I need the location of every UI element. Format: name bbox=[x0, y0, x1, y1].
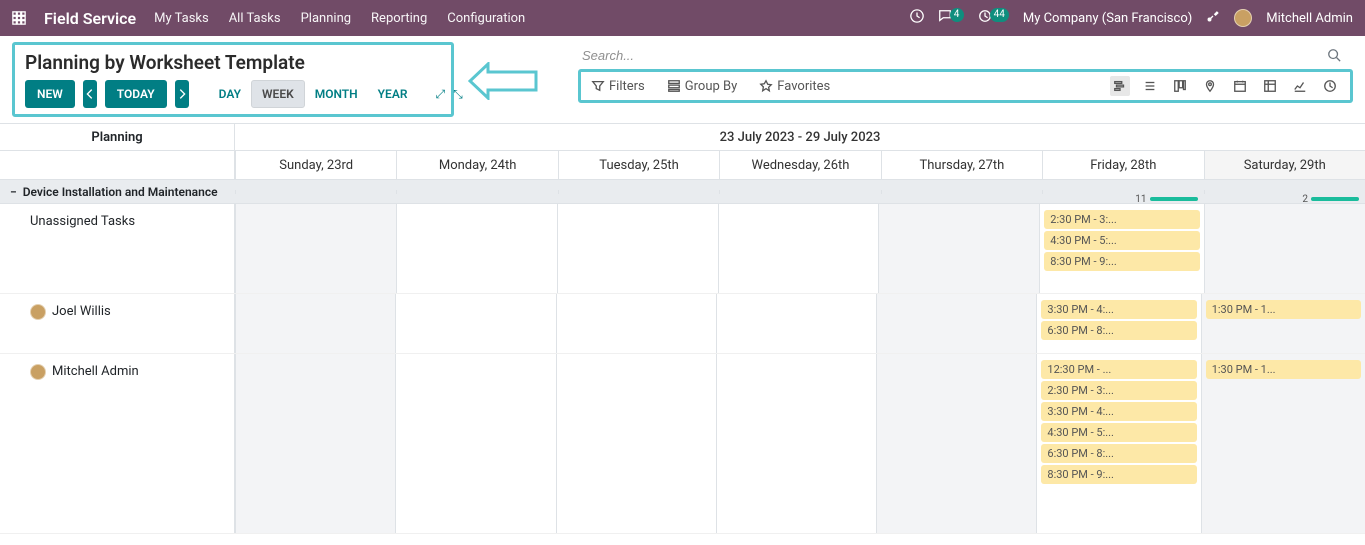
discuss-icon[interactable]: 4 bbox=[938, 9, 964, 28]
view-calendar-icon[interactable] bbox=[1230, 76, 1250, 96]
page-title: Planning by Worksheet Template bbox=[25, 51, 441, 74]
top-nav: Field Service My Tasks All Tasks Plannin… bbox=[0, 0, 1365, 36]
scale-month[interactable]: MONTH bbox=[305, 80, 368, 108]
gantt-task[interactable]: 8:30 PM - 9:... bbox=[1041, 465, 1196, 484]
gantt-task[interactable]: 4:30 PM - 5:... bbox=[1044, 231, 1200, 250]
gantt-view: Planning 23 July 2023 - 29 July 2023 Sun… bbox=[0, 123, 1365, 534]
gantt-row: Mitchell Admin 12:30 PM - ... 2:30 PM - … bbox=[0, 354, 1365, 534]
next-button[interactable] bbox=[175, 80, 189, 108]
gantt-group-row[interactable]: −Device Installation and Maintenance 11 … bbox=[0, 180, 1365, 204]
gantt-task[interactable]: 1:30 PM - 1... bbox=[1206, 300, 1361, 319]
nav-right: 4 44 My Company (San Francisco) Mitchell… bbox=[910, 9, 1353, 28]
gantt-task[interactable]: 3:30 PM - 4:... bbox=[1041, 402, 1196, 421]
view-activity-icon[interactable] bbox=[1320, 76, 1340, 96]
activities-icon[interactable]: 44 bbox=[978, 9, 1009, 28]
tools-icon[interactable] bbox=[1206, 9, 1220, 27]
gantt-task[interactable]: 6:30 PM - 8:... bbox=[1041, 444, 1196, 463]
filters-button[interactable]: Filters bbox=[591, 79, 645, 94]
gantt-task[interactable]: 2:30 PM - 3:... bbox=[1041, 381, 1196, 400]
day-header[interactable]: Wednesday, 26th bbox=[719, 151, 880, 179]
gantt-side-title: Planning bbox=[0, 124, 235, 150]
new-button[interactable]: NEW bbox=[25, 80, 75, 108]
user-avatar-icon bbox=[1234, 9, 1252, 27]
day-header[interactable]: Thursday, 27th bbox=[881, 151, 1042, 179]
avatar-icon bbox=[30, 304, 46, 320]
gantt-range-label: 23 July 2023 - 29 July 2023 bbox=[235, 124, 1365, 150]
view-list-icon[interactable] bbox=[1140, 76, 1160, 96]
control-panel: Planning by Worksheet Template NEW TODAY… bbox=[0, 36, 1365, 119]
today-button[interactable]: TODAY bbox=[105, 80, 167, 108]
expand-rows-icon[interactable]: ⤢ bbox=[435, 87, 445, 102]
gantt-task[interactable]: 6:30 PM - 8:... bbox=[1041, 321, 1196, 340]
row-label: Mitchell Admin bbox=[52, 364, 139, 379]
view-graph-icon[interactable] bbox=[1290, 76, 1310, 96]
scale-year[interactable]: YEAR bbox=[368, 80, 418, 108]
view-switcher bbox=[1110, 76, 1340, 96]
group-sat-count: 2 bbox=[1302, 194, 1359, 205]
day-header[interactable]: Friday, 28th bbox=[1042, 151, 1203, 179]
group-fri-count: 11 bbox=[1135, 194, 1197, 205]
app-brand[interactable]: Field Service bbox=[44, 9, 136, 28]
menu-configuration[interactable]: Configuration bbox=[447, 11, 525, 26]
group-name: Device Installation and Maintenance bbox=[23, 185, 218, 199]
day-header[interactable]: Saturday, 29th bbox=[1204, 151, 1365, 179]
gantt-task[interactable]: 3:30 PM - 4:... bbox=[1041, 300, 1196, 319]
gantt-task[interactable]: 4:30 PM - 5:... bbox=[1041, 423, 1196, 442]
gantt-row: Joel Willis 3:30 PM - 4:... 6:30 PM - 8:… bbox=[0, 294, 1365, 354]
scale-week[interactable]: WEEK bbox=[251, 80, 305, 108]
progress-icon[interactable] bbox=[910, 9, 924, 27]
menu-planning[interactable]: Planning bbox=[301, 11, 351, 26]
highlight-box-left: Planning by Worksheet Template NEW TODAY… bbox=[12, 42, 454, 117]
gantt-task[interactable]: 1:30 PM - 1... bbox=[1206, 360, 1361, 379]
collapse-rows-icon[interactable]: ⤡ bbox=[453, 87, 463, 102]
company-switcher[interactable]: My Company (San Francisco) bbox=[1023, 11, 1192, 26]
view-kanban-icon[interactable] bbox=[1170, 76, 1190, 96]
highlight-box-right: Filters Group By Favorites bbox=[578, 69, 1353, 103]
favorites-button[interactable]: Favorites bbox=[759, 79, 830, 94]
row-label: Unassigned Tasks bbox=[30, 214, 135, 229]
gantt-task[interactable]: 8:30 PM - 9:... bbox=[1044, 252, 1200, 271]
row-label: Joel Willis bbox=[52, 304, 111, 319]
menu-reporting[interactable]: Reporting bbox=[371, 11, 427, 26]
gantt-task[interactable]: 2:30 PM - 3:... bbox=[1044, 210, 1200, 229]
view-map-icon[interactable] bbox=[1200, 76, 1220, 96]
annotation-arrow-icon bbox=[468, 62, 538, 117]
scale-switcher: DAY WEEK MONTH YEAR bbox=[209, 80, 418, 108]
day-header[interactable]: Monday, 24th bbox=[396, 151, 557, 179]
search-input[interactable] bbox=[578, 42, 1353, 69]
groupby-button[interactable]: Group By bbox=[667, 79, 738, 94]
search-icon[interactable] bbox=[1327, 48, 1341, 66]
scale-day[interactable]: DAY bbox=[209, 80, 251, 108]
collapse-icon[interactable]: − bbox=[10, 185, 17, 199]
day-header[interactable]: Sunday, 23rd bbox=[235, 151, 396, 179]
avatar-icon bbox=[30, 364, 46, 380]
menu-all-tasks[interactable]: All Tasks bbox=[229, 11, 281, 26]
main-menu: My Tasks All Tasks Planning Reporting Co… bbox=[154, 11, 525, 26]
gantt-row: Unassigned Tasks 2:30 PM - 3:... 4:30 PM… bbox=[0, 204, 1365, 294]
search-box bbox=[578, 42, 1353, 69]
day-header[interactable]: Tuesday, 25th bbox=[558, 151, 719, 179]
apps-icon[interactable] bbox=[12, 11, 26, 25]
prev-button[interactable] bbox=[83, 80, 97, 108]
menu-my-tasks[interactable]: My Tasks bbox=[154, 11, 209, 26]
gantt-task[interactable]: 12:30 PM - ... bbox=[1041, 360, 1196, 379]
user-menu[interactable]: Mitchell Admin bbox=[1266, 11, 1353, 26]
view-pivot-icon[interactable] bbox=[1260, 76, 1280, 96]
view-gantt-icon[interactable] bbox=[1110, 76, 1130, 96]
